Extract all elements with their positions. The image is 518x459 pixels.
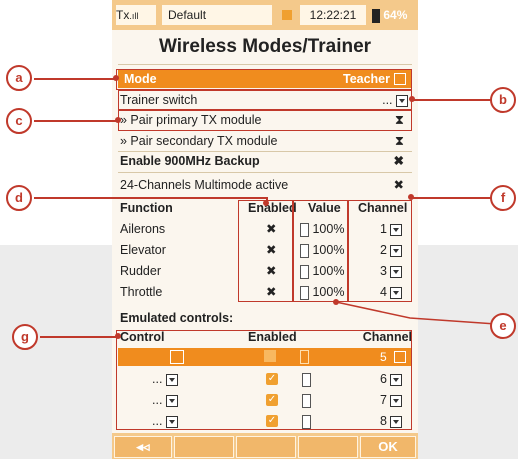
callout-dot (115, 333, 121, 339)
function-name: Throttle (120, 285, 163, 299)
function-name: Rudder (120, 264, 161, 278)
highlight-channel-column (348, 200, 412, 302)
model-name[interactable]: Default (162, 5, 272, 25)
callout-dot (115, 117, 121, 123)
divider (118, 64, 412, 65)
callout-f: f (490, 185, 516, 211)
pair-secondary-label: » Pair secondary TX module (120, 134, 278, 148)
function-name: Elevator (120, 243, 166, 257)
callout-a: a (6, 65, 32, 91)
page-title: Wireless Modes/Trainer (158, 36, 372, 57)
callout-line-c (34, 120, 118, 122)
callout-line-a (34, 78, 116, 80)
callout-line-b (412, 99, 496, 101)
highlight-trainer-switch (118, 90, 412, 110)
cross-icon[interactable]: ✖ (394, 151, 404, 171)
callout-e: e (490, 313, 516, 339)
battery-indicator: 64% (370, 5, 414, 25)
function-name: Ailerons (120, 222, 166, 236)
battery-icon (372, 8, 380, 23)
status-bar: Tx.ıll Default 12:22:21 64% (112, 0, 418, 30)
softkey-bar: ◂◃ OK (112, 433, 418, 459)
callout-dot (408, 194, 414, 200)
callout-dot (113, 75, 119, 81)
ok-button[interactable]: OK (360, 436, 416, 458)
callout-c: c (6, 108, 32, 134)
softkey-3[interactable] (236, 436, 296, 458)
softkey-4[interactable] (298, 436, 358, 458)
callout-dot (333, 299, 339, 305)
softkey-2[interactable] (174, 436, 234, 458)
clock: 12:22:21 (300, 5, 366, 25)
callout-line-e (335, 301, 497, 325)
callout-dot (409, 96, 415, 102)
multimode-label: 24-Channels Multimode active (120, 178, 289, 192)
softkey-1[interactable]: ◂◃ (114, 436, 172, 458)
cross-icon[interactable]: ✖ (394, 175, 404, 195)
callout-d: d (6, 185, 32, 211)
callout-line-f (410, 197, 496, 199)
highlight-mode (116, 69, 412, 90)
timer-icon (278, 5, 296, 25)
pair-secondary-row[interactable]: » Pair secondary TX module ⧗ (120, 131, 412, 151)
highlight-enabled-column (238, 200, 294, 302)
callout-g: g (12, 324, 38, 350)
divider (118, 172, 412, 173)
speaker-icon: ◂◃ (136, 439, 150, 454)
tx-signal-indicator: Tx.ıll (116, 5, 156, 25)
backup-row[interactable]: Enable 900MHz Backup ✖ (120, 151, 412, 171)
highlight-value-column (292, 200, 348, 302)
callout-line-d (34, 197, 266, 199)
multimode-row[interactable]: 24-Channels Multimode active ✖ (120, 175, 412, 195)
backup-label: Enable 900MHz Backup (120, 154, 260, 168)
column-header-function: Function (120, 201, 173, 215)
callout-line-g (40, 336, 118, 338)
callout-dot (263, 200, 269, 206)
highlight-pair-primary (118, 110, 412, 131)
hourglass-icon: ⧗ (394, 133, 404, 148)
callout-b: b (490, 87, 516, 113)
highlight-emulated-controls (116, 330, 412, 430)
tx-label: Tx (116, 8, 130, 22)
battery-percent: 64% (383, 8, 408, 22)
